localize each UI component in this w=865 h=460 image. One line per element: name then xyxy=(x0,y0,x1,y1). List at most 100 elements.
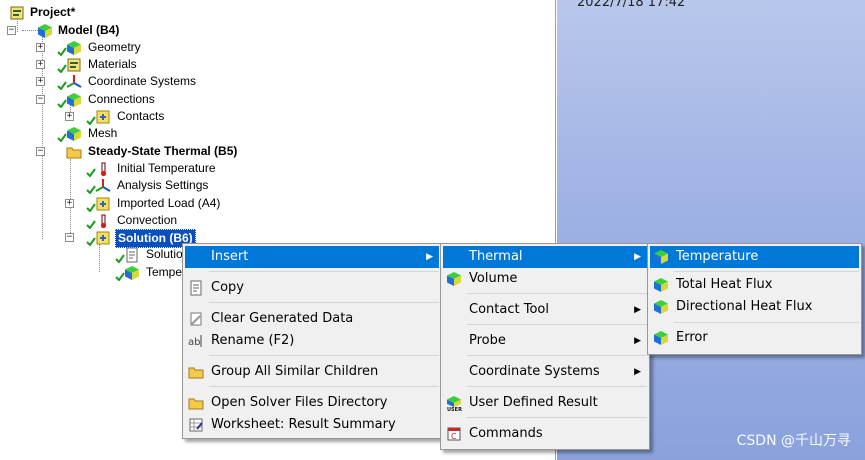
menu-separator xyxy=(674,322,859,323)
collapse-icon[interactable]: − xyxy=(65,233,74,242)
tree-node-initial-temperature[interactable]: Initial Temperature xyxy=(0,160,240,177)
menu-separator xyxy=(209,386,439,387)
tree-node-contacts[interactable]: + Contacts xyxy=(0,108,220,125)
expand-icon[interactable]: + xyxy=(36,43,45,52)
menu-label-user-defined-result: User Defined Result xyxy=(469,395,598,410)
menu-item-volume[interactable]: Volume xyxy=(443,268,647,290)
menu-separator xyxy=(467,417,647,418)
menu-item-clear-generated-data[interactable]: Clear Generated Data xyxy=(185,308,439,330)
tree-label-coordinate-systems: Coordinate Systems xyxy=(88,74,197,88)
eraser-icon xyxy=(188,311,204,327)
tree-node-materials[interactable]: + Materials xyxy=(0,56,200,73)
menu-label-rename: Rename (F2) xyxy=(211,333,295,348)
menu-label-contact-tool: Contact Tool xyxy=(469,302,549,317)
submenu-arrow-icon: ▶ xyxy=(634,305,641,315)
commands-icon xyxy=(446,426,462,442)
menu-item-total-heat-flux[interactable]: Total Heat Flux xyxy=(650,274,859,296)
submenu-arrow-icon: ▶ xyxy=(634,336,641,346)
menu-item-probe[interactable]: Probe ▶ xyxy=(443,330,647,352)
submenu-arrow-icon: ▶ xyxy=(426,252,433,262)
tree-node-convection[interactable]: Convection xyxy=(0,212,240,229)
menu-label-copy: Copy xyxy=(211,280,244,295)
menu-item-group-all[interactable]: Group All Similar Children xyxy=(185,361,439,383)
menu-item-contact-tool[interactable]: Contact Tool ▶ xyxy=(443,299,647,321)
menu-item-directional-heat-flux[interactable]: Directional Heat Flux xyxy=(650,296,859,318)
collapse-icon[interactable]: − xyxy=(7,26,16,35)
thermal-analysis-icon xyxy=(66,144,82,160)
menu-label-clear-generated-data: Clear Generated Data xyxy=(211,311,354,326)
tree-node-solution-information[interactable]: Solution xyxy=(0,246,190,263)
tree-node-analysis-settings[interactable]: Analysis Settings xyxy=(0,177,240,194)
solution-icon xyxy=(95,230,111,246)
menu-item-rename[interactable]: Rename (F2) xyxy=(185,330,439,352)
convection-icon xyxy=(95,213,111,229)
menu-item-copy[interactable]: Copy xyxy=(185,277,439,299)
error-result-icon xyxy=(653,330,669,346)
menu-label-thermal: Thermal xyxy=(469,249,523,264)
menu-separator xyxy=(467,386,647,387)
mesh-icon xyxy=(66,126,82,142)
connections-icon xyxy=(66,92,82,108)
insert-submenu: Thermal ▶ Volume Contact Tool ▶ Probe ▶ … xyxy=(440,243,650,450)
model-cube-icon xyxy=(37,23,53,39)
menu-label-insert: Insert xyxy=(211,249,249,264)
worksheet-icon xyxy=(188,417,204,433)
menu-item-worksheet[interactable]: Worksheet: Result Summary xyxy=(185,414,439,436)
tree-node-imported-load[interactable]: + Imported Load (A4) xyxy=(0,195,240,212)
submenu-arrow-icon: ▶ xyxy=(634,367,641,377)
coordinate-axes-icon xyxy=(66,74,82,90)
tree-node-geometry[interactable]: + Geometry xyxy=(0,39,200,56)
project-icon xyxy=(9,5,25,21)
submenu-arrow-icon: ▶ xyxy=(634,252,641,262)
menu-label-temperature: Temperature xyxy=(676,249,759,264)
tree-label-temperature: Temper xyxy=(146,265,187,279)
menu-item-commands[interactable]: Commands xyxy=(443,423,647,445)
tree-label-convection: Convection xyxy=(117,213,178,227)
tree-label-contacts: Contacts xyxy=(117,109,165,123)
expand-icon[interactable]: + xyxy=(36,77,45,86)
context-menu: Insert ▶ Copy Clear Generated Data Renam… xyxy=(182,243,442,439)
menu-item-thermal[interactable]: Thermal ▶ xyxy=(443,246,647,268)
menu-label-group-all: Group All Similar Children xyxy=(211,364,379,379)
menu-separator xyxy=(209,271,439,272)
expand-icon[interactable]: + xyxy=(36,60,45,69)
tree-node-temperature[interactable]: Temper xyxy=(0,264,190,281)
menu-separator xyxy=(467,355,647,356)
viewport-timestamp: 2022/7/18 17:42 xyxy=(577,0,686,10)
menu-item-open-solver-dir[interactable]: Open Solver Files Directory xyxy=(185,392,439,414)
collapse-icon[interactable]: − xyxy=(36,147,45,156)
menu-label-worksheet: Worksheet: Result Summary xyxy=(211,417,396,432)
menu-label-coordinate-systems: Coordinate Systems xyxy=(469,364,600,379)
expand-icon[interactable]: + xyxy=(65,199,74,208)
tree-node-steady-state-thermal[interactable]: − Steady-State Thermal (B5) xyxy=(0,143,280,160)
menu-separator xyxy=(674,271,859,272)
tree-node-project[interactable]: Project* xyxy=(0,4,200,21)
watermark: CSDN @千山万寻 xyxy=(736,433,851,449)
tree-label-initial-temperature: Initial Temperature xyxy=(117,161,216,175)
volume-cube-icon xyxy=(446,271,462,287)
menu-item-temperature[interactable]: Temperature xyxy=(650,246,859,268)
menu-separator xyxy=(209,355,439,356)
collapse-icon[interactable]: − xyxy=(36,95,45,104)
tree-node-connections[interactable]: − Connections xyxy=(0,91,200,108)
menu-separator xyxy=(467,324,647,325)
tree-node-coordinate-systems[interactable]: + Coordinate Systems xyxy=(0,73,240,90)
expand-icon[interactable]: + xyxy=(65,112,74,121)
tree-label-imported-load: Imported Load (A4) xyxy=(117,196,221,210)
tree-label-connections: Connections xyxy=(88,92,155,106)
menu-label-error: Error xyxy=(676,330,708,345)
menu-item-coordinate-systems[interactable]: Coordinate Systems ▶ xyxy=(443,361,647,383)
menu-label-open-solver-dir: Open Solver Files Directory xyxy=(211,395,388,410)
menu-item-error[interactable]: Error xyxy=(650,327,859,349)
tree-label-materials: Materials xyxy=(88,57,137,71)
materials-icon xyxy=(66,57,82,73)
tree-node-model[interactable]: − Model (B4) xyxy=(0,22,200,39)
solution-information-icon xyxy=(124,247,140,263)
menu-item-insert[interactable]: Insert ▶ xyxy=(185,246,439,268)
menu-label-commands: Commands xyxy=(469,426,543,441)
rename-icon xyxy=(188,333,204,349)
tree-node-mesh[interactable]: Mesh xyxy=(0,125,200,142)
temperature-result-icon xyxy=(653,249,669,265)
menu-item-user-defined-result[interactable]: User Defined Result xyxy=(443,392,647,414)
heat-flux-icon xyxy=(653,277,669,293)
